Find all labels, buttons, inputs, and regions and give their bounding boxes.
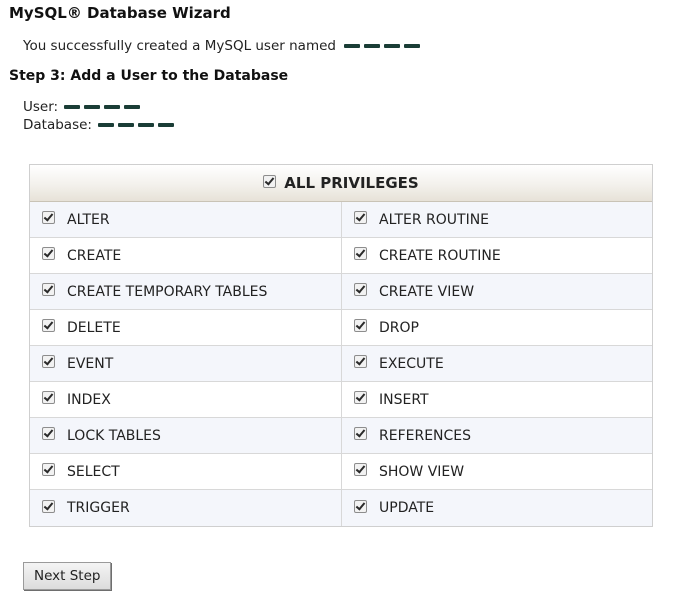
privilege-label-create-view: CREATE VIEW	[379, 283, 475, 300]
database-label: Database:	[23, 117, 92, 133]
privilege-checkbox-create-routine[interactable]	[354, 247, 367, 260]
redacted-database	[97, 123, 174, 127]
privilege-label-create: CREATE	[67, 247, 122, 264]
privilege-drop[interactable]: DROP	[342, 310, 652, 346]
privilege-label-create-routine: CREATE ROUTINE	[379, 247, 501, 264]
privilege-create-view[interactable]: CREATE VIEW	[342, 274, 652, 310]
privilege-checkbox-alter[interactable]	[42, 211, 55, 224]
privilege-checkbox-insert[interactable]	[354, 391, 367, 404]
privilege-create-temporary-tables[interactable]: CREATE TEMPORARY TABLES	[30, 274, 342, 310]
privilege-checkbox-update[interactable]	[354, 499, 367, 513]
privilege-label-event: EVENT	[67, 355, 114, 372]
privileges-grid: ALTER ALTER ROUTINE CREATE CREATE ROUTINE CR…	[30, 202, 652, 526]
privilege-checkbox-lock-tables[interactable]	[42, 427, 55, 440]
step-title: Step 3: Add a User to the Database	[9, 68, 289, 84]
privilege-label-execute: EXECUTE	[379, 355, 444, 372]
privilege-label-show-view: SHOW VIEW	[379, 463, 465, 480]
privilege-label-index: INDEX	[67, 391, 111, 408]
privilege-label-alter: ALTER	[67, 211, 110, 228]
privilege-alter-routine[interactable]: ALTER ROUTINE	[342, 202, 652, 238]
privilege-select[interactable]: SELECT	[30, 454, 342, 490]
privilege-execute[interactable]: EXECUTE	[342, 346, 652, 382]
privilege-lock-tables[interactable]: LOCK TABLES	[30, 418, 342, 454]
all-privileges-label: ALL PRIVILEGES	[284, 174, 419, 192]
user-info: User:	[23, 99, 141, 115]
privilege-create-routine[interactable]: CREATE ROUTINE	[342, 238, 652, 274]
privilege-checkbox-references[interactable]	[354, 427, 367, 440]
privilege-show-view[interactable]: SHOW VIEW	[342, 454, 652, 490]
privilege-checkbox-select[interactable]	[42, 463, 55, 476]
privilege-label-insert: INSERT	[379, 391, 429, 408]
privilege-checkbox-show-view[interactable]	[354, 463, 367, 476]
privilege-checkbox-create[interactable]	[42, 247, 55, 260]
privileges-table: ALL PRIVILEGES ALTER ALTER ROUTINE CREATE C…	[29, 164, 653, 527]
success-message: You successfully created a MySQL user na…	[23, 38, 420, 54]
success-message-text: You successfully created a MySQL user na…	[23, 38, 336, 54]
privilege-checkbox-index[interactable]	[42, 391, 55, 404]
privilege-alter[interactable]: ALTER	[30, 202, 342, 238]
privilege-checkbox-trigger[interactable]	[42, 499, 55, 513]
privilege-label-create-temporary-tables: CREATE TEMPORARY TABLES	[67, 283, 268, 300]
privilege-checkbox-drop[interactable]	[354, 319, 367, 332]
privilege-label-update: UPDATE	[379, 500, 435, 516]
privilege-label-drop: DROP	[379, 319, 419, 336]
privilege-checkbox-alter-routine[interactable]	[354, 211, 367, 224]
database-info: Database:	[23, 117, 174, 133]
privilege-label-delete: DELETE	[67, 319, 121, 336]
privilege-checkbox-execute[interactable]	[354, 355, 367, 368]
privilege-checkbox-delete[interactable]	[42, 319, 55, 332]
privilege-references[interactable]: REFERENCES	[342, 418, 652, 454]
all-privileges-header: ALL PRIVILEGES	[30, 165, 652, 202]
privilege-label-alter-routine: ALTER ROUTINE	[379, 211, 490, 228]
privilege-index[interactable]: INDEX	[30, 382, 342, 418]
privilege-label-references: REFERENCES	[379, 427, 472, 444]
privilege-checkbox-create-temporary-tables[interactable]	[42, 283, 55, 296]
privilege-checkbox-event[interactable]	[42, 355, 55, 368]
redacted-username	[343, 44, 420, 48]
privilege-label-select: SELECT	[67, 463, 120, 480]
privilege-label-lock-tables: LOCK TABLES	[67, 427, 161, 444]
privilege-label-trigger: TRIGGER	[67, 500, 130, 516]
privilege-create[interactable]: CREATE	[30, 238, 342, 274]
privilege-event[interactable]: EVENT	[30, 346, 342, 382]
all-privileges-checkbox[interactable]	[263, 174, 277, 188]
privilege-update[interactable]: UPDATE	[342, 490, 652, 526]
redacted-user	[64, 105, 141, 109]
privilege-delete[interactable]: DELETE	[30, 310, 342, 346]
user-label: User:	[23, 99, 59, 115]
page-title: MySQL® Database Wizard	[9, 4, 231, 22]
privilege-insert[interactable]: INSERT	[342, 382, 652, 418]
next-step-button[interactable]: Next Step	[23, 562, 112, 590]
privilege-trigger[interactable]: TRIGGER	[30, 490, 342, 526]
privilege-checkbox-create-view[interactable]	[354, 283, 367, 296]
